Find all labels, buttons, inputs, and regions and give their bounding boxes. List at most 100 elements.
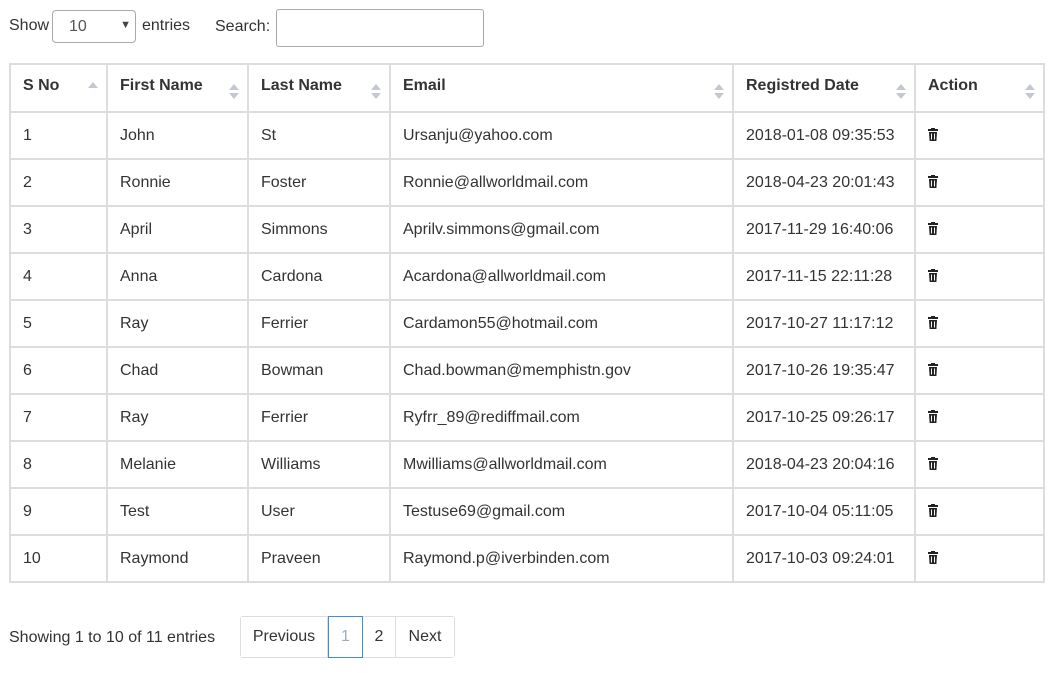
column-header-registred-date[interactable]: Registred Date	[732, 63, 916, 113]
cell-sno: 3	[9, 205, 108, 254]
table-row: 9 Test User Testuse69@gmail.com 2017-10-04 0…	[9, 487, 1045, 536]
chevron-down-icon: ▼	[120, 19, 131, 31]
cell-last-name: Cardona	[247, 252, 391, 301]
column-header-action[interactable]: Action	[914, 63, 1045, 113]
cell-action	[914, 393, 1045, 442]
sort-icon	[1025, 84, 1035, 100]
cell-sno: 4	[9, 252, 108, 301]
next-page-button[interactable]: Next	[396, 617, 454, 657]
delete-button[interactable]	[928, 127, 938, 141]
delete-button[interactable]	[928, 409, 938, 423]
cell-action	[914, 534, 1045, 583]
trash-icon	[928, 221, 938, 235]
trash-icon	[928, 456, 938, 470]
entries-label: entries	[142, 17, 191, 34]
cell-email: Chad.bowman@memphistn.gov	[389, 346, 734, 395]
cell-sno: 10	[9, 534, 108, 583]
cell-first-name: Chad	[106, 346, 249, 395]
delete-button[interactable]	[928, 221, 938, 235]
table-row: 7 Ray Ferrier Ryfrr_89@rediffmail.com 2017-1…	[9, 393, 1045, 442]
sort-icon	[371, 84, 381, 100]
pagination: Previous 1 2 Next	[240, 616, 455, 658]
page-size-value: 10	[69, 18, 87, 35]
table-row: 6 Chad Bowman Chad.bowman@memphistn.gov 2017…	[9, 346, 1045, 395]
cell-sno: 8	[9, 440, 108, 489]
delete-button[interactable]	[928, 268, 938, 282]
search-input[interactable]	[276, 9, 484, 47]
cell-registred-date: 2017-10-25 09:26:17	[732, 393, 916, 442]
cell-first-name: John	[106, 111, 249, 160]
cell-sno: 2	[9, 158, 108, 207]
cell-email: Acardona@allworldmail.com	[389, 252, 734, 301]
cell-first-name: Raymond	[106, 534, 249, 583]
cell-email: Cardamon55@hotmail.com	[389, 299, 734, 348]
show-label: Show	[9, 17, 50, 34]
page-2-button[interactable]: 2	[363, 617, 396, 657]
cell-action	[914, 440, 1045, 489]
cell-email: Aprilv.simmons@gmail.com	[389, 205, 734, 254]
sort-icon	[896, 84, 906, 100]
cell-registred-date: 2017-10-27 11:17:12	[732, 299, 916, 348]
cell-email: Mwilliams@allworldmail.com	[389, 440, 734, 489]
column-header-last-name[interactable]: Last Name	[247, 63, 391, 113]
cell-last-name: User	[247, 487, 391, 536]
trash-icon	[928, 550, 938, 564]
sort-ascending-icon	[88, 82, 98, 98]
delete-button[interactable]	[928, 315, 938, 329]
delete-button[interactable]	[928, 456, 938, 470]
previous-page-button[interactable]: Previous	[241, 617, 328, 657]
cell-last-name: St	[247, 111, 391, 160]
table-row: 10 Raymond Praveen Raymond.p@iverbinden.com…	[9, 534, 1045, 583]
cell-action	[914, 487, 1045, 536]
cell-action	[914, 299, 1045, 348]
cell-first-name: Ray	[106, 393, 249, 442]
users-table: S No First Name Last Name Email Registre…	[9, 63, 1045, 583]
cell-email: Raymond.p@iverbinden.com	[389, 534, 734, 583]
trash-icon	[928, 315, 938, 329]
cell-first-name: Ray	[106, 299, 249, 348]
cell-registred-date: 2017-10-26 19:35:47	[732, 346, 916, 395]
delete-button[interactable]	[928, 550, 938, 564]
cell-registred-date: 2017-11-29 16:40:06	[732, 205, 916, 254]
page-size-select[interactable]: 10 ▼	[52, 10, 136, 43]
trash-icon	[928, 409, 938, 423]
cell-registred-date: 2018-04-23 20:01:43	[732, 158, 916, 207]
cell-action	[914, 252, 1045, 301]
column-header-sno[interactable]: S No	[9, 63, 108, 113]
cell-action	[914, 346, 1045, 395]
table-row: 4 Anna Cardona Acardona@allworldmail.com 201…	[9, 252, 1045, 301]
cell-registred-date: 2018-04-23 20:04:16	[732, 440, 916, 489]
cell-sno: 1	[9, 111, 108, 160]
table-body: 1 John St Ursanju@yahoo.com 2018-01-08 09:35…	[9, 111, 1045, 583]
cell-first-name: Test	[106, 487, 249, 536]
column-header-first-name[interactable]: First Name	[106, 63, 249, 113]
column-header-email[interactable]: Email	[389, 63, 734, 113]
cell-registred-date: 2017-11-15 22:11:28	[732, 252, 916, 301]
table-row: 8 Melanie Williams Mwilliams@allworldmail.c…	[9, 440, 1045, 489]
cell-registred-date: 2017-10-04 05:11:05	[732, 487, 916, 536]
delete-button[interactable]	[928, 503, 938, 517]
cell-email: Ryfrr_89@rediffmail.com	[389, 393, 734, 442]
cell-first-name: April	[106, 205, 249, 254]
cell-last-name: Ferrier	[247, 299, 391, 348]
delete-button[interactable]	[928, 174, 938, 188]
delete-button[interactable]	[928, 362, 938, 376]
sort-icon	[229, 84, 239, 100]
cell-registred-date: 2017-10-03 09:24:01	[732, 534, 916, 583]
cell-email: Testuse69@gmail.com	[389, 487, 734, 536]
table-controls: Show 10 ▼ entries Search:	[0, 0, 1061, 56]
cell-sno: 7	[9, 393, 108, 442]
cell-first-name: Melanie	[106, 440, 249, 489]
page-1-button[interactable]: 1	[328, 616, 363, 658]
cell-sno: 5	[9, 299, 108, 348]
cell-email: Ronnie@allworldmail.com	[389, 158, 734, 207]
cell-first-name: Ronnie	[106, 158, 249, 207]
table-row: 2 Ronnie Foster Ronnie@allworldmail.com 2018…	[9, 158, 1045, 207]
table-info: Showing 1 to 10 of 11 entries	[9, 629, 216, 646]
table-row: 3 April Simmons Aprilv.simmons@gmail.com 201…	[9, 205, 1045, 254]
cell-sno: 9	[9, 487, 108, 536]
trash-icon	[928, 268, 938, 282]
trash-icon	[928, 503, 938, 517]
table-header-row: S No First Name Last Name Email Registre…	[9, 63, 1045, 113]
search-label: Search:	[215, 18, 271, 35]
